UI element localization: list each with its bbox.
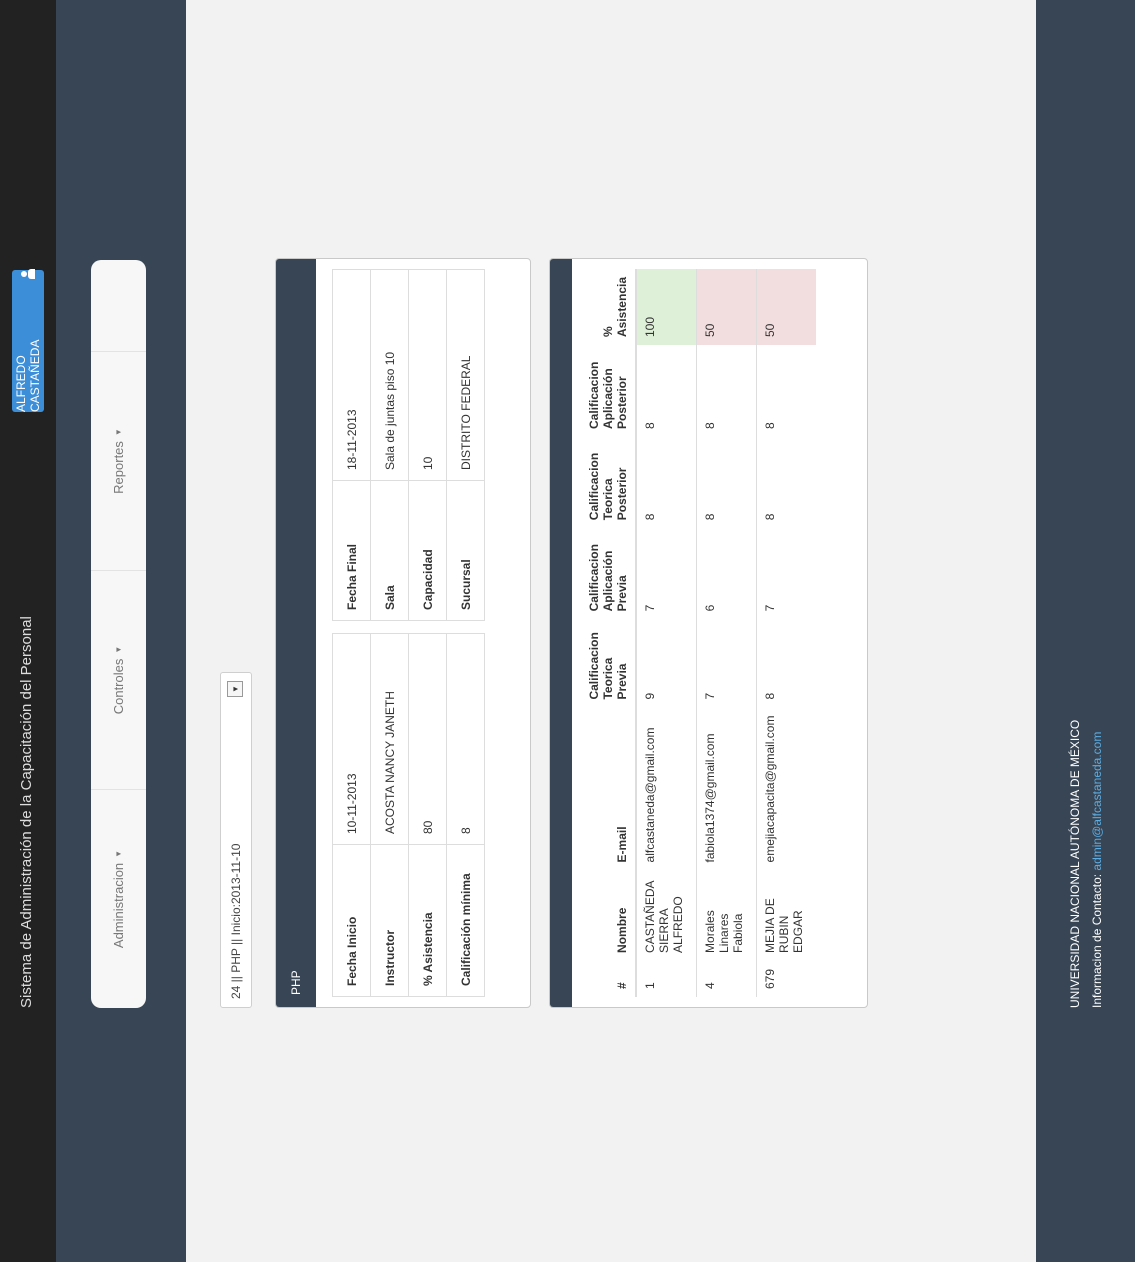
info-row: Sucursal DISTRITO FEDERAL xyxy=(446,269,485,621)
cell-nombre: MEJIA DE RUBIN EDGAR xyxy=(756,870,816,961)
cell-number: 1 xyxy=(636,960,696,997)
col-header-teorica-previa: Calificacion Teorica Previa xyxy=(572,619,636,708)
menu-controles-label: Controles xyxy=(111,658,126,715)
cell-nombre: CASTAÑEDA SIERRA ALFREDO xyxy=(636,870,696,961)
info-row: Fecha Final 18-11-2013 xyxy=(332,269,371,621)
info-row: % Asistencia 80 xyxy=(408,633,447,997)
cell-email: alfcastaneda@gmail.com xyxy=(636,707,696,871)
info-label: % Asistencia xyxy=(408,844,447,997)
info-row: Calificación mínima 8 xyxy=(446,633,485,997)
table-row: 4 Morales Linares Fabiola fabiola1374@gm… xyxy=(696,269,756,997)
main-menu: Administracion ▼ Controles ▼ Reportes ▼ xyxy=(91,260,146,1008)
students-panel-header xyxy=(550,259,572,1007)
cell-aplicacion-previa: 6 xyxy=(696,528,756,620)
menu-reportes-label: Reportes xyxy=(111,441,126,494)
cell-email: fabiola1374@gmail.com xyxy=(696,707,756,871)
user-menu-button[interactable]: ALFREDO CASTAÑEDA xyxy=(12,270,44,412)
footer: UNIVERSIDAD NACIONAL AUTÓNOMA DE MÉXICO … xyxy=(1036,0,1135,1262)
cell-asistencia: 100 xyxy=(636,269,696,346)
course-panel-title: PHP xyxy=(276,259,316,1007)
cell-aplicacion-previa: 7 xyxy=(636,528,696,620)
info-value: 18-11-2013 xyxy=(332,269,371,481)
menu-band: Administracion ▼ Controles ▼ Reportes ▼ xyxy=(56,0,186,1262)
col-header-nombre: Nombre xyxy=(572,870,636,961)
table-header-row: # Nombre E-mail Calificacion Teorica Pre… xyxy=(572,269,636,997)
info-row: Instructor ACOSTA NANCY JANETH xyxy=(370,633,409,997)
footer-contact-label: Informacion de Contacto: xyxy=(1090,873,1104,1008)
course-info-left: Fecha Inicio 10-11-2013 Instructor ACOST… xyxy=(332,633,485,997)
students-panel: # Nombre E-mail Calificacion Teorica Pre… xyxy=(549,258,868,1008)
col-header-number: # xyxy=(572,960,636,997)
menu-administracion-label: Administracion xyxy=(111,862,126,949)
info-label: Sala xyxy=(370,480,409,621)
table-row: 1 CASTAÑEDA SIERRA ALFREDO alfcastaneda@… xyxy=(636,269,696,997)
cell-teorica-previa: 8 xyxy=(756,619,816,708)
col-header-aplicacion-posterior: Calificacion Aplicación Posterior xyxy=(572,345,636,438)
info-value: Sala de juntas piso 10 xyxy=(370,269,409,481)
info-label: Fecha Final xyxy=(332,480,371,621)
user-icon xyxy=(21,270,35,279)
footer-institution: UNIVERSIDAD NACIONAL AUTÓNOMA DE MÉXICO xyxy=(1068,719,1082,1008)
cell-aplicacion-previa: 7 xyxy=(756,528,816,620)
cell-teorica-previa: 9 xyxy=(636,619,696,708)
info-label: Instructor xyxy=(370,844,409,997)
info-value: 80 xyxy=(408,633,447,845)
caret-down-icon: ▼ xyxy=(114,645,123,654)
dropdown-arrow-icon[interactable]: ▼ xyxy=(227,681,243,697)
course-select-value: 24 || PHP || Inicio:2013-11-10 xyxy=(229,843,243,999)
top-navbar: Sistema de Administración de la Capacita… xyxy=(0,0,56,1262)
info-label: Capacidad xyxy=(408,480,447,621)
info-label: Fecha Inicio xyxy=(332,844,371,997)
cell-teorica-posterior: 8 xyxy=(636,437,696,529)
info-value: DISTRITO FEDERAL xyxy=(446,269,485,481)
course-select[interactable]: 24 || PHP || Inicio:2013-11-10 ▼ xyxy=(220,672,252,1008)
menu-controles[interactable]: Controles ▼ xyxy=(91,570,146,789)
course-info-panel: PHP Fecha Inicio 10-11-2013 Instructor A… xyxy=(275,258,531,1008)
cell-aplicacion-posterior: 8 xyxy=(696,345,756,438)
info-label: Calificación mínima xyxy=(446,844,485,997)
menu-reportes[interactable]: Reportes ▼ xyxy=(91,351,146,570)
cell-asistencia: 50 xyxy=(696,269,756,346)
cell-aplicacion-posterior: 8 xyxy=(756,345,816,438)
info-value: 10 xyxy=(408,269,447,481)
info-row: Sala Sala de juntas piso 10 xyxy=(370,269,409,621)
cell-number: 679 xyxy=(756,960,816,997)
footer-contact: Informacion de Contacto: admin@alfcastan… xyxy=(1090,732,1104,1008)
col-header-asistencia: % Asistencia xyxy=(572,269,636,346)
cell-nombre: Morales Linares Fabiola xyxy=(696,870,756,961)
user-name: ALFREDO CASTAÑEDA xyxy=(14,339,42,412)
cell-aplicacion-posterior: 8 xyxy=(636,345,696,438)
info-label: Sucursal xyxy=(446,480,485,621)
info-row: Capacidad 10 xyxy=(408,269,447,621)
col-header-email: E-mail xyxy=(572,707,636,871)
col-header-teorica-posterior: Calificacion Teorica Posterior xyxy=(572,437,636,529)
menu-administracion[interactable]: Administracion ▼ xyxy=(91,789,146,1008)
contact-email-link[interactable]: admin@alfcastaneda.com xyxy=(1090,732,1104,871)
caret-down-icon: ▼ xyxy=(114,849,123,858)
cell-number: 4 xyxy=(696,960,756,997)
course-info-right: Fecha Final 18-11-2013 Sala Sala de junt… xyxy=(332,269,485,621)
cell-teorica-posterior: 8 xyxy=(756,437,816,529)
cell-teorica-posterior: 8 xyxy=(696,437,756,529)
students-table: # Nombre E-mail Calificacion Teorica Pre… xyxy=(572,269,816,997)
col-header-aplicacion-previa: Calificacion Aplicación Previa xyxy=(572,528,636,620)
cell-teorica-previa: 7 xyxy=(696,619,756,708)
info-value: ACOSTA NANCY JANETH xyxy=(370,633,409,845)
info-row: Fecha Inicio 10-11-2013 xyxy=(332,633,371,997)
page: Sistema de Administración de la Capacita… xyxy=(0,0,1135,1262)
caret-down-icon: ▼ xyxy=(114,428,123,437)
app-title[interactable]: Sistema de Administración de la Capacita… xyxy=(18,616,35,1008)
info-value: 8 xyxy=(446,633,485,845)
cell-email: emejiacapacita@gmail.com xyxy=(756,707,816,871)
info-value: 10-11-2013 xyxy=(332,633,371,845)
table-row: 679 MEJIA DE RUBIN EDGAR emejiacapacita@… xyxy=(756,269,816,997)
cell-asistencia: 50 xyxy=(756,269,816,346)
